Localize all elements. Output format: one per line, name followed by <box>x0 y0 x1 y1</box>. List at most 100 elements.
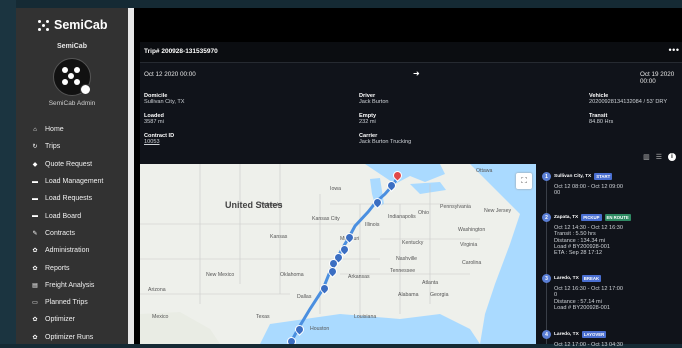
sidebar-item-contracts[interactable]: ✎ Contracts <box>16 225 128 242</box>
stop-detail-line: 00 <box>554 190 561 197</box>
camera-icon[interactable] <box>80 84 91 95</box>
sidebar-item-planned-trips[interactable]: ▭ Planned Trips <box>16 294 128 311</box>
map-view-icon[interactable]: ▥ <box>643 153 650 161</box>
vehicle-value: 20200928134132084 / 53' DRY <box>589 99 668 106</box>
stop-details: Oct 12 16:30 - Oct 12 17:00 0 Distance : 5… <box>554 286 682 311</box>
driver-value: Jack Burton <box>359 99 389 106</box>
map-label-new-jersey: New Jersey <box>484 208 512 214</box>
list-view-icon[interactable]: ☰ <box>656 153 662 161</box>
info-icon[interactable]: i <box>668 153 676 161</box>
map-label-dallas: Dallas <box>297 294 312 300</box>
trip-end-date: Oct 19 2020 00:00 <box>640 71 675 85</box>
stop-header: 1 Sullivan City, TX START <box>542 172 682 181</box>
background-edge <box>0 0 16 344</box>
sidebar-item-label: Administration <box>45 247 90 255</box>
gear-icon: ✿ <box>32 334 38 341</box>
gear-icon: ✿ <box>32 265 38 272</box>
sidebar-item-home[interactable]: ⌂ Home <box>16 121 128 138</box>
user-name: SemiCab Admin <box>48 100 96 107</box>
map-label-ottawa: Ottawa <box>476 168 493 174</box>
empty-field: Empty 232 mi <box>359 113 376 126</box>
map-label-kentucky: Kentucky <box>402 240 424 246</box>
sidebar-item-label: Load Board <box>45 212 82 220</box>
sidebar-item-optimizer[interactable]: ✿ Optimizer <box>16 311 128 328</box>
map-label-georgia: Georgia <box>430 292 449 298</box>
stop-details: Oct 12 08:00 - Oct 12 09:00 00 <box>554 184 682 197</box>
home-icon: ⌂ <box>33 126 37 133</box>
map-label-carolina: Carolina <box>462 260 482 266</box>
map-label-oklahoma: Oklahoma <box>280 272 304 278</box>
map-label-kansas: Kansas <box>270 234 288 240</box>
more-options-icon[interactable]: • • • <box>669 45 680 55</box>
sidebar-item-label: Contracts <box>45 229 75 237</box>
contract-link[interactable]: 10053 <box>144 139 174 145</box>
sidebar-item-quote-request[interactable]: ◆ Quote Request <box>16 156 128 173</box>
trip-header: Trip# 200928-131535970 • • • <box>140 42 682 63</box>
avatar[interactable] <box>53 58 91 96</box>
stop-detail-line: ETA : Sep 28 17:12 <box>554 250 603 257</box>
fullscreen-icon[interactable]: ⛶ <box>516 173 532 189</box>
sidebar-item-load-management[interactable]: ▬ Load Management <box>16 173 128 190</box>
map-label-louisiana: Louisiana <box>354 314 377 320</box>
app-logo[interactable]: SemiCab <box>38 16 108 34</box>
sidebar-item-label: Optimizer Runs <box>45 333 94 341</box>
stop-detail-line: Oct 12 17:00 - Oct 13 04:30 <box>554 342 624 348</box>
truck-icon: ▬ <box>32 195 38 202</box>
stop-item[interactable]: 3 Laredo, TX BREAK Oct 12 16:30 - Oct 12 17… <box>542 274 682 311</box>
sidebar-item-label: Trips <box>45 143 61 151</box>
sidebar-item-optimizer-runs[interactable]: ✿ Optimizer Runs <box>16 329 128 346</box>
sidebar-item-label: Freight Analysis <box>45 281 95 289</box>
map-label-indianapolis: Indianapolis <box>388 214 416 220</box>
edit-icon: ✎ <box>32 230 38 237</box>
map-label-illinois: Illinois <box>365 222 380 228</box>
file-icon: ▭ <box>32 300 38 307</box>
sidebar-item-load-requests[interactable]: ▬ Load Requests <box>16 190 128 207</box>
trip-title: Trip# 200928-131535970 <box>144 48 218 55</box>
stop-item[interactable]: 4 Laredo, TX LAYOVER Oct 12 17:00 - Oct 13 … <box>542 330 682 348</box>
map-label-pennsylvania: Pennsylvania <box>440 204 471 210</box>
route-map[interactable]: Kansas City Indianapolis Pennsylvania Washi… <box>140 164 536 344</box>
stop-number: 2 <box>542 213 551 222</box>
sidebar-item-label: Reports <box>45 264 70 272</box>
sidebar-item-label: Home <box>45 126 64 134</box>
sidebar-item-reports[interactable]: ✿ Reports <box>16 259 128 276</box>
stop-item[interactable]: 1 Sullivan City, TX START Oct 12 08:00 - Oc… <box>542 172 682 197</box>
sidebar-item-label: Optimizer <box>45 316 75 324</box>
map-label-houston: Houston <box>310 326 330 332</box>
main-area: Trip# 200928-131535970 • • • Oct 12 2020… <box>134 8 682 348</box>
map-label-washington: Washington <box>458 227 486 233</box>
status-badge: START <box>594 173 613 180</box>
stop-place: Sullivan City, TX <box>554 174 592 179</box>
map-label-kansas-city: Kansas City <box>312 216 340 222</box>
sidebar: SemiCab SemiCab SemiCab Admin ⌂ Home ↻ Trip… <box>16 8 128 344</box>
transit-field: Transit 84.80 Hrs <box>589 113 613 126</box>
stop-item[interactable]: 2 Zapata, TX PICKUP EN ROUTE Oct 12 14:30 - … <box>542 213 682 256</box>
company-name: SemiCab <box>57 43 87 50</box>
chart-icon: ▤ <box>32 282 38 289</box>
stop-details: Oct 12 14:30 - Oct 12 16:30 Transit : 5.5… <box>554 225 682 256</box>
truck-icon: ▬ <box>32 213 38 220</box>
gear-icon: ✿ <box>32 317 38 324</box>
status-badge: LAYOVER <box>581 331 607 338</box>
refresh-icon: ↻ <box>32 144 38 151</box>
map-label-nashville: Nashville <box>396 256 418 262</box>
map-label-mexico: Mexico <box>152 314 169 320</box>
stop-place: Zapata, TX <box>554 215 579 220</box>
truck-icon: ▬ <box>32 178 38 185</box>
sidebar-item-trips[interactable]: ↻ Trips <box>16 138 128 155</box>
sidebar-item-freight-analysis[interactable]: ▤ Freight Analysis <box>16 277 128 294</box>
map-label-iowa: Iowa <box>330 186 341 192</box>
sidebar-item-administration[interactable]: ✿ Administration <box>16 242 128 259</box>
domicile-value: Sullivan City, TX <box>144 99 185 106</box>
sidebar-item-load-board[interactable]: ▬ Load Board <box>16 207 128 224</box>
stop-number: 4 <box>542 330 551 339</box>
map-label-ohio: Ohio <box>418 210 429 216</box>
stop-number: 3 <box>542 274 551 283</box>
stop-place: Laredo, TX <box>554 332 579 337</box>
map-label-arkansas: Arkansas <box>348 274 370 280</box>
contract-field: Contract ID 10053 <box>144 133 174 146</box>
sidebar-nav: ⌂ Home ↻ Trips ◆ Quote Request ▬ Load Managemen… <box>16 121 128 346</box>
brand-name: SemiCab <box>54 18 108 32</box>
stops-timeline-rail <box>546 178 547 344</box>
vehicle-field: Vehicle 20200928134132084 / 53' DRY <box>589 93 667 106</box>
